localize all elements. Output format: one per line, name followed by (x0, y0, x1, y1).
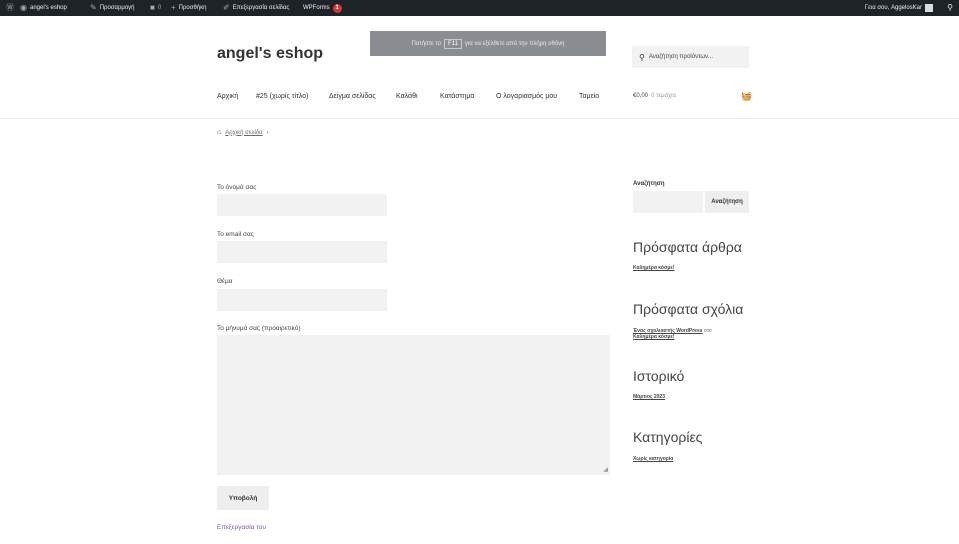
fullscreen-notice-before: Πατήστε το (411, 40, 442, 47)
search-icon: ⚲ (639, 52, 645, 62)
message-label: Το μήνυμά σας (προαιρετικό) (217, 325, 301, 332)
email-field[interactable] (217, 241, 387, 263)
basket-icon[interactable]: 🧺 (741, 91, 752, 102)
nav-item-shop[interactable]: Κατάστημα (440, 93, 474, 100)
message-textarea[interactable]: ◢ (217, 335, 610, 475)
recent-post-link[interactable]: Καλημέρα κόσμε! (633, 265, 674, 271)
edit-page-label: Επεξεργασία σελίδας (232, 5, 290, 11)
comment-post-link[interactable]: Καλημέρα κόσμε! (633, 334, 674, 340)
home-icon: ⌂ (217, 129, 222, 136)
plus-icon: + (171, 3, 176, 12)
categories-heading: Κατηγορίες (633, 429, 703, 445)
wpforms-menu[interactable]: WPForms 1 (303, 0, 342, 16)
breadcrumb-home-link[interactable]: Αρχική σελίδα (225, 130, 262, 136)
recent-comments-heading: Πρόσφατα σχόλια (633, 301, 744, 317)
nav-item-sample-page[interactable]: Δείγμα σελίδας (329, 93, 376, 100)
customize-menu[interactable]: ✎ Προσαρμογή (90, 0, 135, 16)
category-link[interactable]: Χωρίς κατηγορία (633, 456, 673, 462)
dashboard-icon: ◉ (20, 3, 27, 12)
fullscreen-notice-after: για να εξέλθετε από την πλήρη οθόνη (464, 40, 565, 47)
comments-menu[interactable]: ■ 0 (150, 0, 161, 16)
paintbrush-icon: ✎ (90, 3, 97, 12)
wpforms-label: WPForms (303, 5, 330, 11)
wordpress-icon: Ⓦ (6, 3, 14, 12)
comments-count: 0 (157, 5, 162, 11)
site-title[interactable]: angel's eshop (217, 45, 323, 63)
archives-heading: Ιστορικό (633, 368, 685, 384)
wordpress-logo-menu[interactable]: Ⓦ (6, 0, 14, 16)
greeting-label: Γεια σου, AggelosKar (864, 5, 922, 11)
admin-bar: Ⓦ ◉ angel's eshop ✎ Προσαρμογή ■ 0 + Προ… (0, 0, 959, 16)
name-field[interactable] (217, 194, 387, 216)
nav-item-cart[interactable]: Καλάθι (396, 93, 418, 100)
header-cart[interactable]: €0,00 0 τεμάχια (633, 93, 676, 99)
breadcrumb-separator: › (266, 129, 269, 136)
nav-item-untitled[interactable]: #25 (χωρίς τίτλο) (256, 93, 308, 100)
adminbar-search[interactable]: ⚲ (947, 0, 953, 16)
sidebar-search-input[interactable] (633, 191, 703, 213)
pencil-icon: ✐ (223, 3, 230, 12)
account-menu[interactable]: Γεια σου, AggelosKar (865, 0, 933, 16)
nav-item-checkout[interactable]: Ταμείο (579, 93, 599, 100)
new-label: Προσθήκη (178, 5, 207, 11)
new-content-menu[interactable]: + Προσθήκη (171, 0, 206, 16)
cart-count: 0 τεμάχια (651, 93, 676, 99)
resize-handle-icon[interactable]: ◢ (603, 467, 608, 473)
recent-comment-item: Ένας σχολιαστής WordPress στο Καλημέρα κ… (633, 328, 753, 340)
sidebar-search-title: Αναζήτηση (633, 181, 665, 187)
comment-on-text: στο (703, 328, 712, 334)
wpforms-badge: 1 (332, 3, 342, 13)
customize-label: Προσαρμογή (99, 5, 135, 11)
avatar (925, 4, 933, 12)
name-label: Το όνομά σας (217, 184, 257, 191)
nav-item-my-account[interactable]: Ο λογαριασμός μου (496, 93, 557, 100)
recent-posts-heading: Πρόσφατα άρθρα (633, 239, 742, 255)
subject-field[interactable] (217, 289, 387, 311)
sidebar-search-button[interactable]: Αναζήτηση (705, 191, 749, 213)
site-name-label: angel's eshop (29, 5, 67, 11)
edit-page-menu[interactable]: ✐ Επεξεργασία σελίδας (223, 0, 289, 16)
header-divider (0, 118, 959, 119)
search-icon: ⚲ (947, 3, 953, 12)
product-search-input[interactable]: ⚲ Αναζήτηση προϊόντων... (632, 46, 749, 68)
f11-key: F11 (444, 38, 462, 49)
product-search-placeholder: Αναζήτηση προϊόντων... (648, 54, 714, 60)
breadcrumb: ⌂ Αρχική σελίδα › (217, 129, 269, 136)
site-name-menu[interactable]: ◉ angel's eshop (20, 0, 67, 16)
fullscreen-notice: Πατήστε το F11 για να εξέλθετε από την π… (370, 31, 606, 56)
submit-button[interactable]: Υποβολή (217, 486, 269, 510)
comment-icon: ■ (150, 3, 155, 12)
cart-amount: €0,00 (633, 93, 649, 99)
archive-link[interactable]: Μάρτιος 2023 (633, 394, 665, 400)
edit-link[interactable]: Επεξεργασία του (217, 524, 266, 531)
subject-label: Θέμα (217, 278, 233, 285)
email-label: Το email σας (217, 231, 254, 238)
nav-item-home[interactable]: Αρχική (217, 93, 238, 100)
